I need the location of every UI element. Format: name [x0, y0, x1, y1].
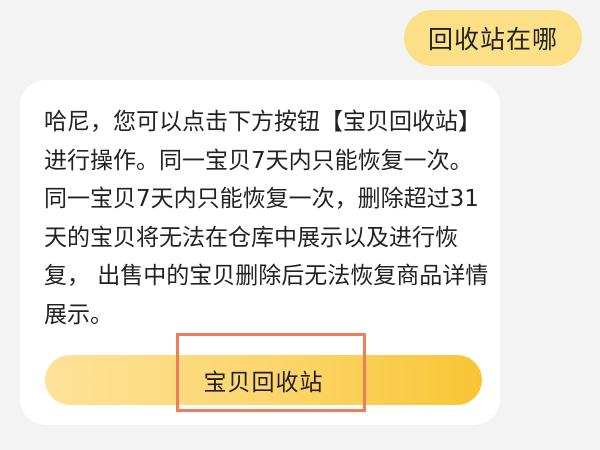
- chat-view: 回收站在哪 哈尼，您可以点击下方按钮【宝贝回收站】进行操作。同一宝贝7天内只能恢…: [0, 0, 600, 450]
- bot-message-text: 哈尼，您可以点击下方按钮【宝贝回收站】进行操作。同一宝贝7天内只能恢复一次。同一…: [44, 109, 489, 328]
- user-message-text: 回收站在哪: [427, 25, 558, 54]
- user-message-bubble: 回收站在哪: [403, 10, 582, 66]
- recycle-bin-button-label: 宝贝回收站: [203, 370, 324, 396]
- bot-message-bubble: 哈尼，您可以点击下方按钮【宝贝回收站】进行操作。同一宝贝7天内只能恢复一次。同一…: [20, 80, 500, 425]
- recycle-bin-button[interactable]: 宝贝回收站: [45, 355, 482, 405]
